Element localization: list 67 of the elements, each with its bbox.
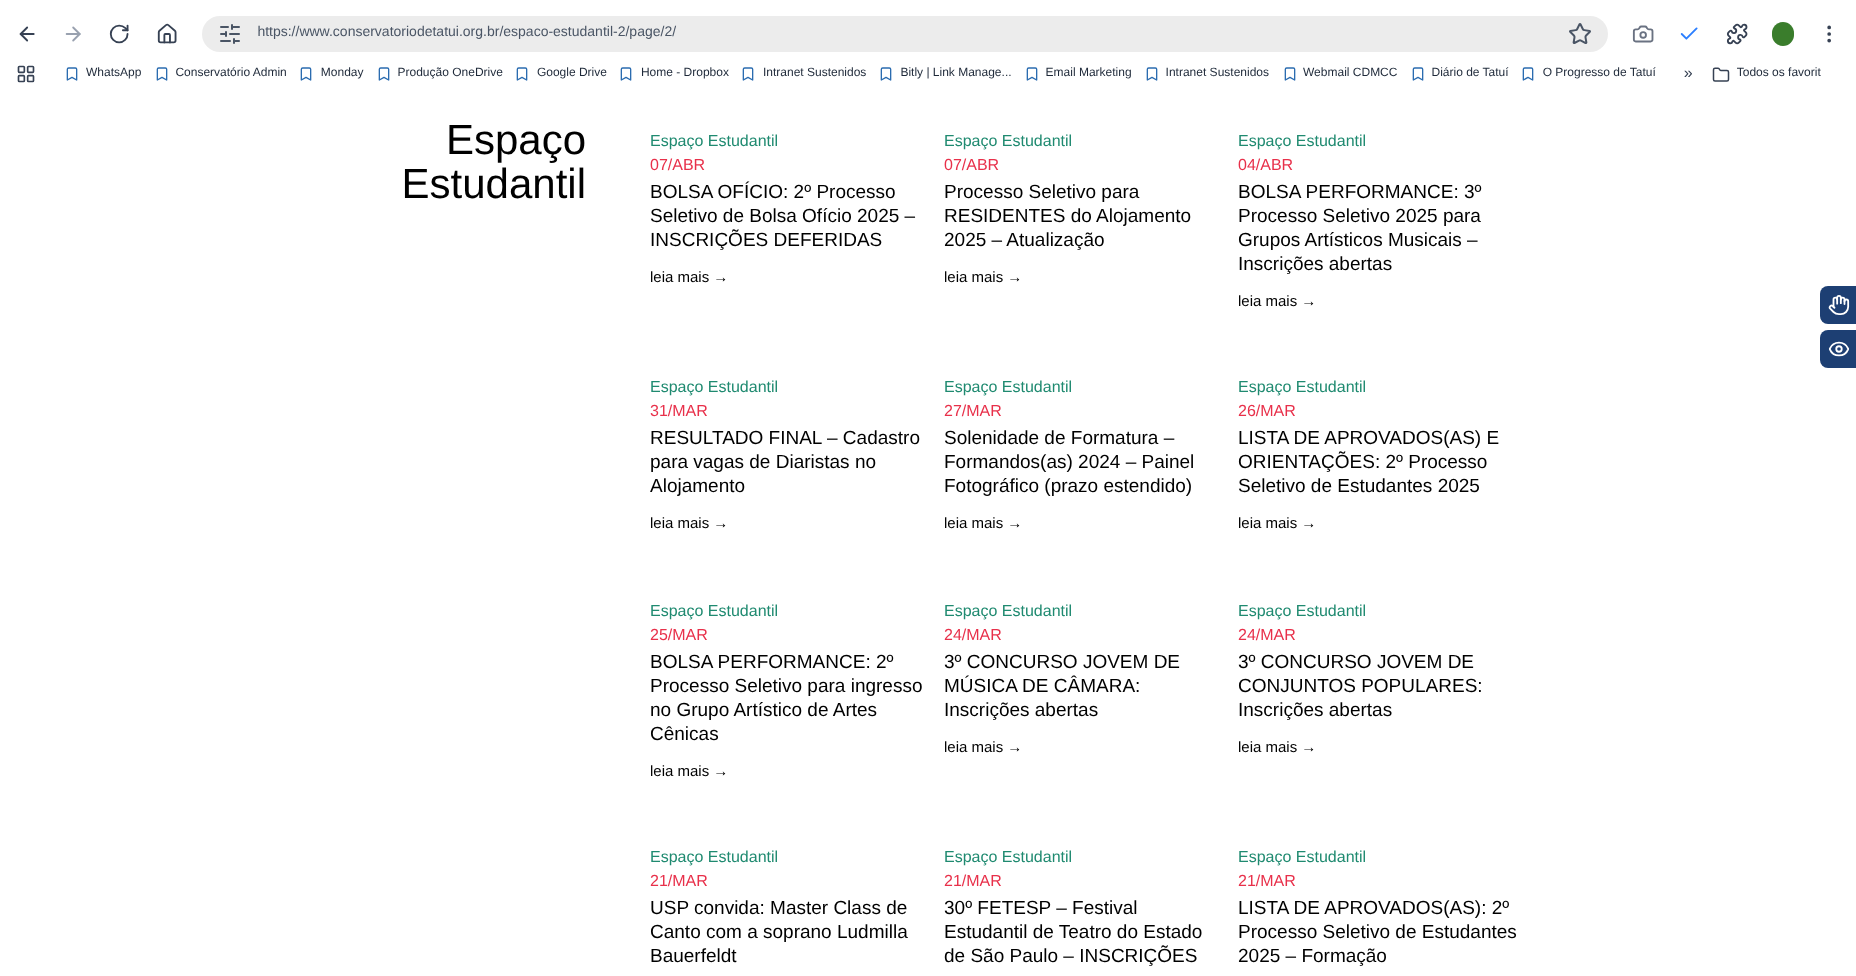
camera-icon[interactable] (1632, 22, 1655, 46)
forward-icon[interactable] (62, 22, 85, 46)
back-icon[interactable] (16, 22, 39, 46)
post-date: 26/MAR (1238, 402, 1298, 423)
post-title[interactable]: Processo Seletivo para RESIDENTES do Alojamento 2025 – Atualização (944, 182, 1224, 254)
post-category[interactable]: Espaço Estudantil (650, 132, 930, 152)
visibility-button[interactable] (1820, 330, 1856, 368)
bookmark-icon (1281, 66, 1297, 82)
post-category[interactable]: Espaço Estudantil (944, 601, 1224, 621)
post-title[interactable]: BOLSA PERFORMANCE: 2º Processo Seletivo para ingresso no Grupo Artístico de Artes Cênicas (650, 651, 930, 747)
check-icon[interactable] (1678, 22, 1702, 46)
post-title[interactable]: BOLSA OFÍCIO: 2º Processo Seletivo de Bolsa Ofício 2025 – INSCRIÇÕES DEFERIDAS (650, 182, 930, 254)
hand-icon (1827, 294, 1849, 316)
post-category[interactable]: Espaço Estudantil (944, 847, 1224, 868)
post-date: 21/MAR (944, 871, 1004, 892)
post-title[interactable]: 3º CONCURSO JOVEM DE CONJUNTOS POPULARES: Inscrições abertas (1238, 651, 1518, 723)
post-category[interactable]: Espaço Estudantil (650, 601, 930, 621)
extensions-icon[interactable] (1725, 22, 1748, 46)
profile-avatar[interactable] (1771, 22, 1794, 46)
bookmark-icon (878, 66, 895, 82)
bookmark-icon (514, 66, 531, 82)
post-date: 07/ABR (944, 156, 1002, 176)
bookmark-star-icon[interactable] (1568, 22, 1593, 46)
page-title: Espaço Estudantil (399, 120, 586, 212)
post-date: 24/MAR (1238, 625, 1298, 645)
post-date: 31/MAR (650, 402, 710, 423)
bookmark-icon (618, 66, 635, 82)
bookmark-icon (1520, 66, 1537, 82)
bookmark-icon (740, 66, 757, 82)
post-date: 21/MAR (650, 871, 710, 892)
more-bookmarks-button[interactable]: » (1683, 62, 1693, 86)
apps-icon[interactable] (16, 64, 36, 84)
post-category[interactable]: Espaço Estudantil (1238, 132, 1518, 152)
bookmark-icon (64, 66, 80, 82)
post-date: 25/MAR (650, 625, 710, 645)
post-title[interactable]: LISTA DE APROVADOS(AS): 2º Processo Seletivo de Estudantes 2025 – Formação (1238, 897, 1518, 970)
post-title[interactable]: 30º FETESP – Festival Estudantil de Teatro do Estado de São Paulo – INSCRIÇÕES (944, 897, 1224, 970)
post-category[interactable]: Espaço Estudantil (650, 378, 930, 399)
post-title[interactable]: LISTA DE APROVADOS(AS) E ORIENTAÇÕES: 2º Processo Seletivo de Estudantes 2025 (1238, 428, 1518, 501)
post-category[interactable]: Espaço Estudantil (650, 847, 930, 868)
post-title[interactable]: RESULTADO FINAL – Cadastro para vagas de Diaristas no Alojamento (650, 428, 930, 501)
post-date: 04/ABR (1238, 156, 1296, 176)
bookmark-icon (375, 66, 392, 82)
bookmark-icon (1143, 66, 1160, 82)
post-category[interactable]: Espaço Estudantil (944, 132, 1224, 152)
home-icon[interactable] (155, 22, 178, 46)
bookmark-icon (1409, 66, 1426, 82)
post-date: 24/MAR (944, 625, 1004, 645)
bookmark-icon (153, 66, 170, 82)
post-title[interactable]: 3º CONCURSO JOVEM DE MÚSICA DE CÂMARA: Inscrições abertas (944, 651, 1224, 723)
post-category[interactable]: Espaço Estudantil (1238, 601, 1518, 621)
post-category[interactable]: Espaço Estudantil (1238, 378, 1518, 399)
folder-icon (1712, 65, 1731, 83)
post-title[interactable]: USP convida: Master Class de Canto com a soprano Ludmilla Bauerfeldt (650, 897, 930, 970)
post-date: 07/ABR (650, 156, 708, 176)
reload-icon[interactable] (108, 22, 132, 46)
eye-icon (1827, 338, 1849, 360)
post-category[interactable]: Espaço Estudantil (1238, 847, 1518, 868)
post-date: 27/MAR (944, 402, 1004, 423)
post-category[interactable]: Espaço Estudantil (944, 378, 1224, 399)
bookmark-icon (298, 66, 315, 82)
site-info-icon[interactable] (217, 22, 242, 46)
post-date: 21/MAR (1238, 871, 1298, 892)
accessibility-button[interactable] (1820, 286, 1856, 324)
post-title[interactable]: Solenidade de Formatura – Formandos(as) 2024 – Painel Fotográfico (prazo estendido) (944, 428, 1224, 501)
post-title[interactable]: BOLSA PERFORMANCE: 3º Processo Seletivo 2025 para Grupos Artísticos Musicais – Inscrições abertas (1238, 182, 1518, 278)
bookmark-icon (1023, 66, 1040, 82)
